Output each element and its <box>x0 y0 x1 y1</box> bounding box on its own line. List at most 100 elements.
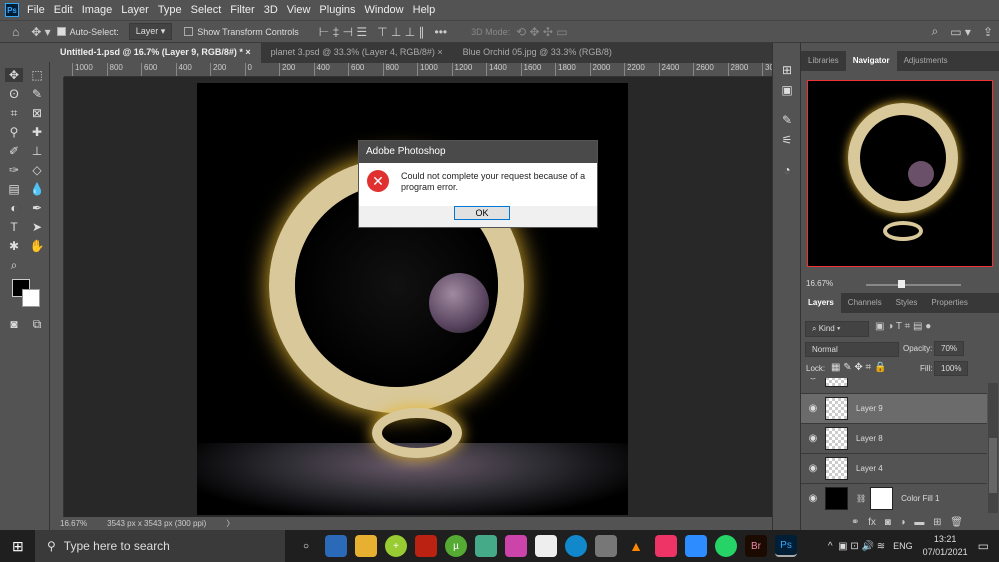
auto-select-target-dropdown[interactable]: Layer ▾ <box>128 23 173 40</box>
paint-icon[interactable] <box>505 535 527 557</box>
visibility-icon[interactable]: ◉ <box>801 403 825 414</box>
navigator-zoom-slider[interactable] <box>866 280 961 288</box>
frame-tool-icon[interactable]: ⊠ <box>28 106 46 120</box>
opacity-field[interactable]: 70% <box>934 341 965 356</box>
shape-tool-icon[interactable]: ✱ <box>5 239 23 253</box>
menu-help[interactable]: Help <box>413 4 436 16</box>
history-icon[interactable]: ▣ <box>778 83 796 97</box>
move-tool-icon[interactable]: ✥ ▾ <box>31 25 50 39</box>
zoom-icon[interactable] <box>685 535 707 557</box>
slider-handle[interactable] <box>898 280 905 288</box>
layer-action-icons[interactable]: ⚭ fx ◙ ◑ ▬ ⊞ 🗑 <box>851 517 963 528</box>
lasso-tool-icon[interactable]: ʘ <box>5 87 23 101</box>
close-icon[interactable]: × <box>245 47 250 57</box>
menu-edit[interactable]: Edit <box>54 4 73 16</box>
cortana-icon[interactable]: ○ <box>295 535 317 557</box>
acrobat-icon[interactable] <box>415 535 437 557</box>
menu-file[interactable]: File <box>27 4 45 16</box>
type-tool-icon[interactable]: T <box>5 220 23 234</box>
tab-properties[interactable]: Properties <box>924 293 974 313</box>
edge-icon[interactable] <box>565 535 587 557</box>
workspace-icon[interactable]: ▭ ▾ <box>950 25 971 39</box>
search-icon[interactable]: ⌕ <box>932 24 939 39</box>
tab-adjustments[interactable]: Adjustments <box>897 51 955 71</box>
gradient-tool-icon[interactable]: ▤ <box>5 182 23 196</box>
eyedropper-icon[interactable]: ⚲ <box>5 125 23 139</box>
creative-cloud-icon[interactable] <box>655 535 677 557</box>
layer-row-layer-4[interactable]: ◉ Layer 4 <box>801 453 987 483</box>
tab-layers[interactable]: Layers <box>801 293 841 313</box>
auto-select-checkbox[interactable]: Auto-Select: <box>56 27 119 37</box>
stamp-tool-icon[interactable]: ⊥ <box>28 144 46 158</box>
status-menu-arrow[interactable]: 〉 <box>226 518 234 529</box>
adjustments-icon[interactable]: ⚟ <box>778 133 796 147</box>
menu-window[interactable]: Window <box>365 4 404 16</box>
utorrent-icon[interactable]: µ <box>445 535 467 557</box>
layers-scrollbar[interactable] <box>988 383 998 513</box>
crop-tool-icon[interactable]: ⌗ <box>5 106 23 121</box>
photoshop-taskbar-icon[interactable]: Ps <box>775 535 797 557</box>
tab-channels[interactable]: Channels <box>841 293 889 313</box>
libraries-icon[interactable]: ⊞ <box>778 63 796 77</box>
app-icon[interactable] <box>325 535 347 557</box>
layer-row-layer-8[interactable]: ◉ Layer 8 <box>801 423 987 453</box>
path-select-icon[interactable]: ➤ <box>28 220 46 234</box>
healing-brush-icon[interactable]: ✚ <box>28 125 46 139</box>
home-icon[interactable]: ⌂ <box>12 25 19 39</box>
3d-tools-icons[interactable]: ⟲ ✥ ✣ ▭ <box>516 25 568 39</box>
menu-layer[interactable]: Layer <box>121 4 149 16</box>
menu-type[interactable]: Type <box>158 4 182 16</box>
menu-view[interactable]: View <box>287 4 311 16</box>
move-tool-icon[interactable]: ✥ <box>5 68 23 82</box>
dodge-tool-icon[interactable]: ◐ <box>5 201 23 215</box>
taskbar-search[interactable]: ⚲ Type here to search <box>35 530 285 562</box>
hand-tool-icon[interactable]: ✋ <box>28 239 46 253</box>
learn-icon[interactable]: ◔ <box>778 163 796 177</box>
ok-button[interactable]: OK <box>454 206 510 220</box>
app-icon[interactable] <box>595 535 617 557</box>
tab-navigator[interactable]: Navigator <box>845 51 897 71</box>
file-explorer-icon[interactable] <box>355 535 377 557</box>
visibility-icon[interactable]: ◉ <box>801 463 825 474</box>
visibility-icon[interactable]: ◉ <box>801 378 825 381</box>
visibility-icon[interactable]: ◉ <box>801 493 825 504</box>
menu-plugins[interactable]: Plugins <box>319 4 355 16</box>
navigator-zoom[interactable]: 16.67% <box>806 279 833 288</box>
menu-select[interactable]: Select <box>191 4 222 16</box>
store-icon[interactable] <box>535 535 557 557</box>
layer-row-color-fill-1[interactable]: ◉ ⛓ Color Fill 1 <box>801 483 987 513</box>
tab-libraries[interactable]: Libraries <box>801 51 846 71</box>
marquee-tool-icon[interactable]: ⬚ <box>28 68 46 82</box>
quick-mask-icon[interactable]: ◙ <box>5 317 23 331</box>
tab-planet-3[interactable]: planet 3.psd @ 33.3% (Layer 4, RGB/8#) × <box>261 43 453 63</box>
scrollbar-thumb[interactable] <box>989 438 997 493</box>
vlc-icon[interactable]: ▲ <box>625 535 647 557</box>
background-color-swatch[interactable] <box>22 289 40 307</box>
tab-styles[interactable]: Styles <box>889 293 925 313</box>
blend-mode-dropdown[interactable]: Normal <box>805 342 899 357</box>
zoom-level[interactable]: 16.67% <box>60 519 87 528</box>
brush-tool-icon[interactable]: ✐ <box>5 144 23 158</box>
zoom-tool-icon[interactable]: ⌕ <box>5 258 23 273</box>
close-icon[interactable]: × <box>437 47 442 57</box>
layer-row-partial[interactable]: ◉ <box>801 378 987 390</box>
tab-untitled-1[interactable]: Untitled-1.psd @ 16.7% (Layer 9, RGB/8#)… <box>50 43 261 63</box>
lock-icons[interactable]: ▦ ✎ ✥ ⌗ 🔒 <box>831 362 886 373</box>
tray-icons[interactable]: ^ ▣ ⊡ 🔊 ≋ <box>828 541 885 552</box>
screen-mode-icon[interactable]: ⧉ <box>28 317 46 332</box>
quick-select-icon[interactable]: ✎ <box>28 87 46 101</box>
language-indicator[interactable]: ENG <box>893 541 913 551</box>
app-icon[interactable]: + <box>385 535 407 557</box>
kind-filter-dropdown[interactable]: ⌕ Kind ▾ <box>805 321 869 337</box>
eraser-icon[interactable]: ◇ <box>28 163 46 177</box>
menu-3d[interactable]: 3D <box>264 4 278 16</box>
fill-field[interactable]: 100% <box>934 361 969 376</box>
windows-start-icon[interactable]: ⊞ <box>12 538 24 555</box>
notifications-icon[interactable]: ▭ <box>978 539 989 553</box>
menu-image[interactable]: Image <box>82 4 113 16</box>
pen-tool-icon[interactable]: ✒ <box>28 201 46 215</box>
app-icon[interactable] <box>475 535 497 557</box>
share-icon[interactable]: ⇪ <box>983 25 993 39</box>
bridge-icon[interactable]: Br <box>745 535 767 557</box>
show-transform-checkbox[interactable]: Show Transform Controls <box>184 27 299 37</box>
